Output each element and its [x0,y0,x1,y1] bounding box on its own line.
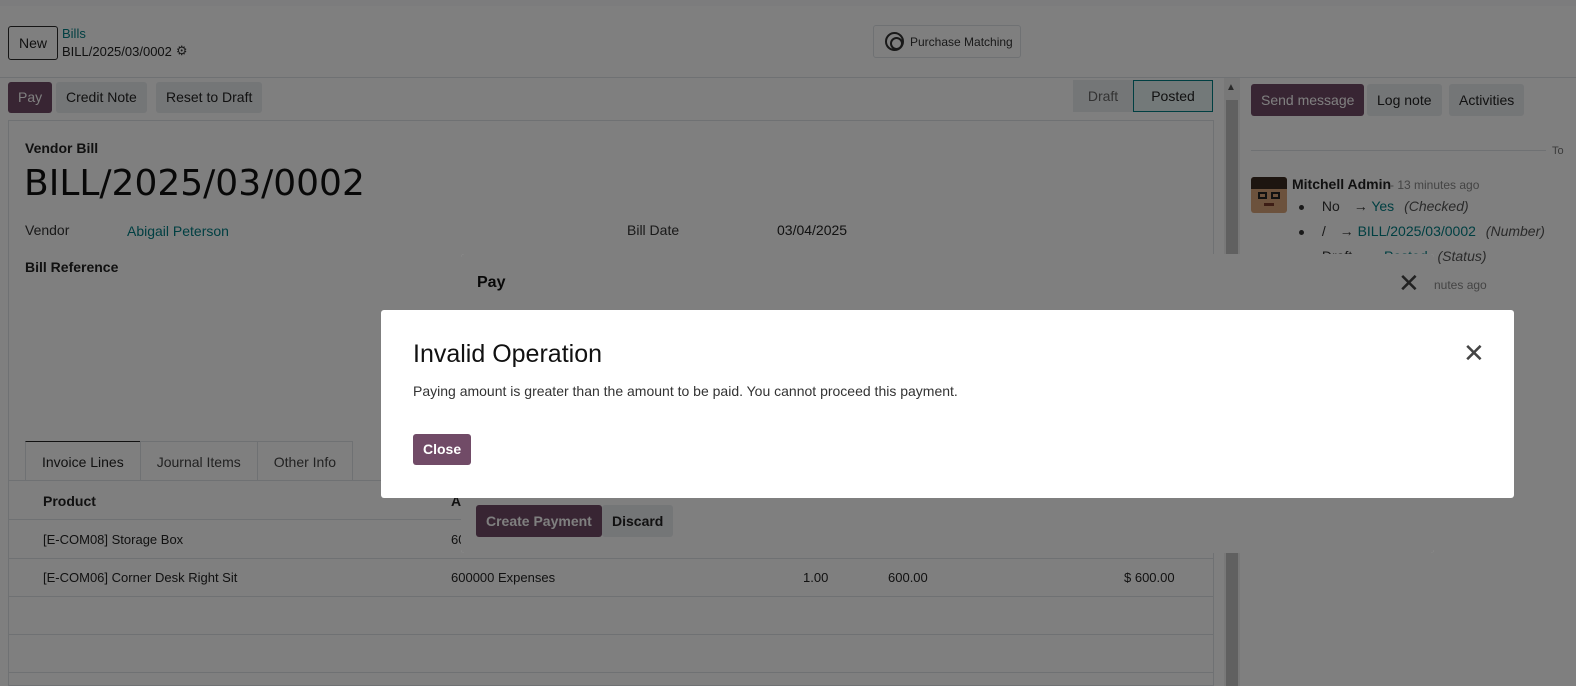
error-dialog-title: Invalid Operation [413,340,603,368]
error-message: Paying amount is greater than the amount… [413,383,958,399]
error-dialog: Invalid Operation ✕ Paying amount is gre… [381,310,1514,498]
close-icon[interactable]: ✕ [1463,340,1485,366]
close-button[interactable]: Close [413,434,472,465]
